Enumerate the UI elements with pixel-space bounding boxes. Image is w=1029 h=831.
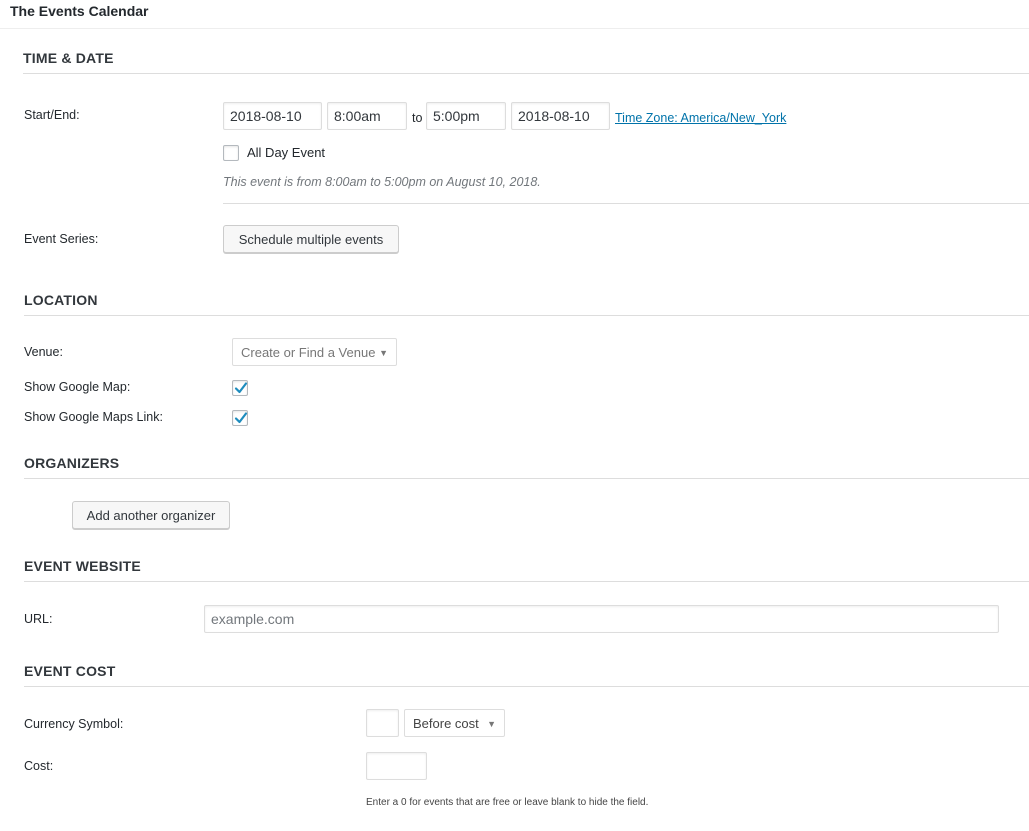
checkmark-icon <box>234 382 248 394</box>
section-title-organizers: ORGANIZERS <box>24 455 120 471</box>
start-date-input[interactable]: 2018-08-10 <box>223 102 322 130</box>
end-date-input[interactable]: 2018-08-10 <box>511 102 610 130</box>
show-google-maps-link-checkbox[interactable] <box>232 410 248 426</box>
schedule-multiple-events-button[interactable]: Schedule multiple events <box>223 225 399 253</box>
start-time-input[interactable]: 8:00am <box>327 102 407 130</box>
section-divider <box>23 73 1029 74</box>
url-input[interactable]: example.com <box>204 605 999 633</box>
cost-input[interactable] <box>366 752 427 780</box>
show-google-maps-link-label: Show Google Maps Link: <box>24 410 163 424</box>
section-title-event-website: EVENT WEBSITE <box>24 558 141 574</box>
show-google-map-label: Show Google Map: <box>24 380 131 394</box>
currency-position-value: Before cost <box>413 715 479 731</box>
section-title-location: LOCATION <box>24 292 98 308</box>
section-title-event-cost: EVENT COST <box>24 663 116 679</box>
venue-label: Venue: <box>24 345 63 359</box>
show-google-map-checkbox[interactable] <box>232 380 248 396</box>
currency-symbol-label: Currency Symbol: <box>24 717 124 731</box>
section-divider <box>24 315 1029 316</box>
all-day-checkbox[interactable] <box>223 145 239 161</box>
chevron-down-icon: ▼ <box>487 719 496 729</box>
cost-helper-text: Enter a 0 for events that are free or le… <box>366 797 649 808</box>
currency-symbol-input[interactable] <box>366 709 399 737</box>
section-title-time-date: TIME & DATE <box>23 50 114 66</box>
url-label: URL: <box>24 612 53 626</box>
venue-select-placeholder: Create or Find a Venue <box>241 344 376 360</box>
end-time-input[interactable]: 5:00pm <box>426 102 506 130</box>
row-divider <box>223 203 1029 204</box>
currency-position-select[interactable]: Before cost ▼ <box>404 709 505 737</box>
timezone-link[interactable]: Time Zone: America/New_York <box>615 111 786 125</box>
event-summary-text: This event is from 8:00am to 5:00pm on A… <box>223 175 541 189</box>
to-label: to <box>412 111 423 125</box>
checkmark-icon <box>234 412 248 424</box>
metabox-divider <box>0 28 1029 29</box>
all-day-label: All Day Event <box>247 145 326 160</box>
chevron-down-icon: ▼ <box>379 348 388 358</box>
section-divider <box>24 686 1029 687</box>
start-end-label: Start/End: <box>24 108 80 122</box>
section-divider <box>24 581 1029 582</box>
event-series-label: Event Series: <box>24 232 99 246</box>
add-another-organizer-button[interactable]: Add another organizer <box>72 501 230 529</box>
section-divider <box>24 478 1029 479</box>
metabox-title: The Events Calendar <box>10 3 149 19</box>
cost-label: Cost: <box>24 759 54 773</box>
venue-select[interactable]: Create or Find a Venue ▼ <box>232 338 397 366</box>
